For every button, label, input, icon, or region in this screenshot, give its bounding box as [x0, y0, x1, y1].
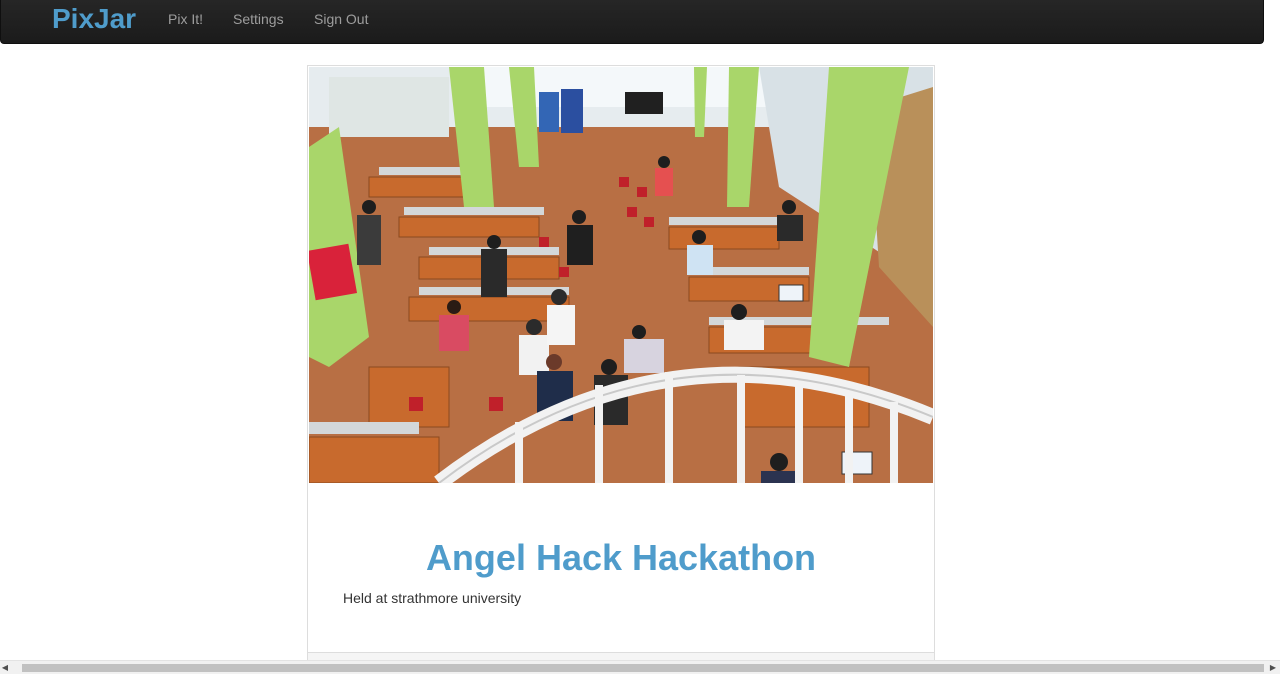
- post-photo[interactable]: [309, 67, 933, 483]
- nav-pix-it-link[interactable]: Pix It!: [168, 11, 203, 27]
- top-navbar: PixJar Pix It! Settings Sign Out: [0, 0, 1264, 44]
- brand-logo-link[interactable]: PixJar: [52, 2, 136, 36]
- post-title: Angel Hack Hackathon: [425, 537, 817, 578]
- scroll-left-arrow-icon[interactable]: ◀: [0, 663, 10, 673]
- post-description: Held at strathmore university: [343, 590, 522, 606]
- post-card: Angel Hack Hackathon Held at strathmore …: [307, 65, 935, 666]
- nav-settings-link[interactable]: Settings: [233, 11, 284, 27]
- post-photo-illustration: [309, 67, 933, 483]
- nav-sign-out-link[interactable]: Sign Out: [314, 11, 368, 27]
- horizontal-scrollbar[interactable]: ◀ ▶: [0, 660, 1280, 674]
- scroll-right-arrow-icon[interactable]: ▶: [1268, 663, 1278, 673]
- horizontal-scrollbar-thumb[interactable]: [22, 664, 1264, 672]
